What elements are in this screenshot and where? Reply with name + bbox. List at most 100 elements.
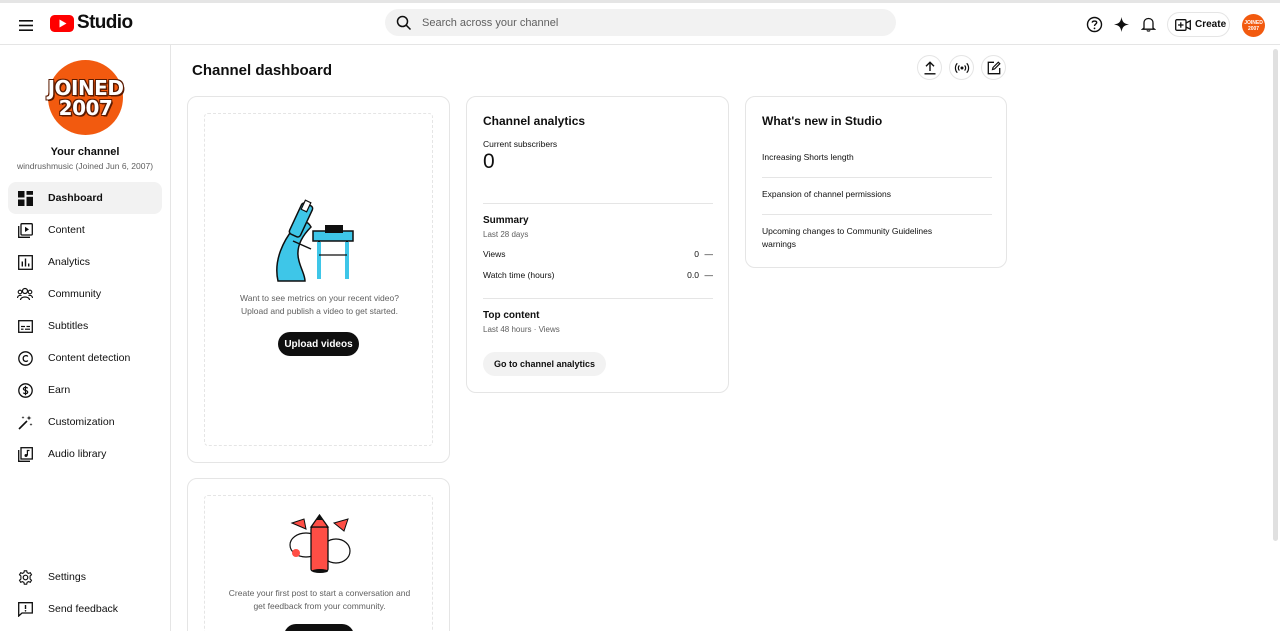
sidebar-item-audio-library[interactable]: Audio library: [8, 438, 162, 470]
dashboard-icon: [17, 190, 33, 206]
metric-change: —: [704, 249, 714, 259]
upload-video-card: Want to see metrics on your recent video…: [187, 96, 450, 463]
sidebar-item-subtitles[interactable]: Subtitles: [8, 310, 162, 342]
upload-prompt-line2: Upload and publish a video to get starte…: [241, 306, 398, 316]
gear-icon: [17, 569, 33, 585]
content-icon: [17, 222, 33, 238]
summary-title: Summary: [483, 215, 529, 226]
page-title: Channel dashboard: [192, 62, 333, 79]
metric-row-views: Views 0 —: [483, 249, 713, 259]
microscope-illustration: [276, 199, 354, 282]
menu-icon[interactable]: [14, 13, 38, 37]
create-label: Create: [1195, 19, 1227, 30]
search-bar[interactable]: [385, 9, 896, 36]
sidebar-item-content-detection[interactable]: Content detection: [8, 342, 162, 374]
sidebar-item-label: Send feedback: [48, 603, 119, 615]
studio-logo[interactable]: Studio: [50, 12, 133, 34]
upload-icon: [924, 60, 935, 75]
account-avatar[interactable]: JOINED 2007: [1242, 14, 1265, 37]
avatar-text-line2: 2007: [1247, 25, 1260, 32]
sidebar-item-earn[interactable]: Earn: [8, 374, 162, 406]
divider: [762, 177, 992, 178]
sidebar-item-label: Settings: [48, 571, 86, 583]
create-post-action-button[interactable]: [284, 624, 354, 631]
search-input[interactable]: [422, 16, 862, 29]
sidebar-item-label: Subtitles: [48, 320, 89, 332]
create-post-button[interactable]: [981, 55, 1006, 80]
sidebar-item-customization[interactable]: Customization: [8, 406, 162, 438]
metric-label: Views: [483, 249, 506, 259]
help-icon[interactable]: [1084, 14, 1104, 34]
metric-value: 0.0: [687, 270, 699, 280]
subscribers-label: Current subscribers: [483, 139, 558, 149]
create-video-icon: [1175, 18, 1191, 31]
subscribers-value: 0: [483, 150, 495, 173]
sidebar-item-label: Dashboard: [48, 192, 103, 204]
sidebar-item-label: Content: [48, 224, 85, 236]
post-prompt-line1: Create your first post to start a conver…: [228, 588, 411, 598]
sidebar-item-label: Content detection: [48, 352, 131, 364]
top-bar: Studio Create JOINED 2007: [0, 0, 1280, 45]
sidebar-item-label: Analytics: [48, 256, 91, 268]
subtitles-icon: [17, 318, 33, 334]
pencil-chat-illustration: [289, 513, 351, 573]
sidebar: JOINED 2007 Your channel windrushmusic (…: [0, 45, 171, 631]
sidebar-item-label: Community: [48, 288, 102, 300]
upload-button[interactable]: [917, 55, 942, 80]
metric-label: Watch time (hours): [483, 270, 555, 280]
summary-period: Last 28 days: [483, 230, 529, 239]
sparkle-icon[interactable]: [1111, 14, 1131, 34]
divider: [483, 203, 713, 204]
channel-meta: windrushmusic (Joined Jun 6, 2007): [16, 161, 154, 171]
dollar-icon: [17, 382, 33, 398]
page-scrollbar[interactable]: [1273, 49, 1278, 541]
youtube-logo-icon: [50, 14, 74, 32]
top-content-title: Top content: [483, 310, 540, 321]
divider: [762, 214, 992, 215]
sidebar-item-community[interactable]: Community: [8, 278, 162, 310]
sidebar-item-label: Customization: [48, 416, 115, 428]
create-button[interactable]: Create: [1167, 12, 1230, 37]
channel-avatar[interactable]: JOINED 2007: [47, 60, 124, 135]
sidebar-item-label: Earn: [48, 384, 71, 396]
upload-videos-button[interactable]: Upload videos: [278, 332, 359, 356]
post-prompt: Create your first post to start a conver…: [205, 587, 434, 613]
search-icon[interactable]: [395, 14, 413, 32]
sidebar-item-label: Audio library: [48, 448, 107, 460]
go-live-icon: [954, 62, 969, 73]
create-post-card: Create your first post to start a conver…: [187, 478, 450, 631]
go-live-button[interactable]: [949, 55, 974, 80]
sidebar-nav: Dashboard Content Analytics Community Su…: [8, 182, 162, 470]
community-icon: [17, 286, 33, 302]
whats-new-title: What's new in Studio: [762, 114, 883, 128]
post-prompt-line2: get feedback from your community.: [253, 601, 386, 611]
channel-avatar-line1: JOINED: [47, 75, 124, 100]
channel-title: Your channel: [50, 146, 120, 158]
sidebar-item-dashboard[interactable]: Dashboard: [8, 182, 162, 214]
logo-text: Studio: [77, 12, 133, 33]
go-to-analytics-button[interactable]: Go to channel analytics: [483, 352, 607, 376]
sidebar-item-settings[interactable]: Settings: [8, 561, 162, 593]
copyright-icon: [17, 350, 33, 366]
analytics-icon: [17, 254, 33, 270]
metric-change: —: [704, 270, 714, 280]
metric-value: 0: [694, 249, 699, 259]
analytics-title: Channel analytics: [483, 114, 586, 128]
sidebar-item-content[interactable]: Content: [8, 214, 162, 246]
sidebar-item-send-feedback[interactable]: Send feedback: [8, 593, 162, 625]
sidebar-item-analytics[interactable]: Analytics: [8, 246, 162, 278]
whats-new-card: What's new in Studio Increasing Shorts l…: [745, 96, 1007, 268]
sidebar-bottom-nav: Settings Send feedback: [8, 561, 162, 625]
whats-new-item[interactable]: Expansion of channel permissions: [762, 188, 992, 201]
magic-wand-icon: [17, 414, 33, 430]
upload-prompt-line1: Want to see metrics on your recent video…: [240, 293, 399, 303]
upload-prompt: Want to see metrics on your recent video…: [205, 292, 434, 318]
notifications-icon[interactable]: [1138, 14, 1158, 34]
whats-new-item[interactable]: Upcoming changes to Community Guidelines…: [762, 225, 952, 251]
whats-new-item[interactable]: Increasing Shorts length: [762, 151, 992, 164]
feedback-icon: [17, 601, 33, 617]
metric-row-watch-time: Watch time (hours) 0.0 —: [483, 270, 713, 280]
audio-library-icon: [17, 446, 33, 462]
top-content-period: Last 48 hours · Views: [483, 325, 560, 334]
channel-analytics-card: Channel analytics Current subscribers 0 …: [466, 96, 729, 393]
